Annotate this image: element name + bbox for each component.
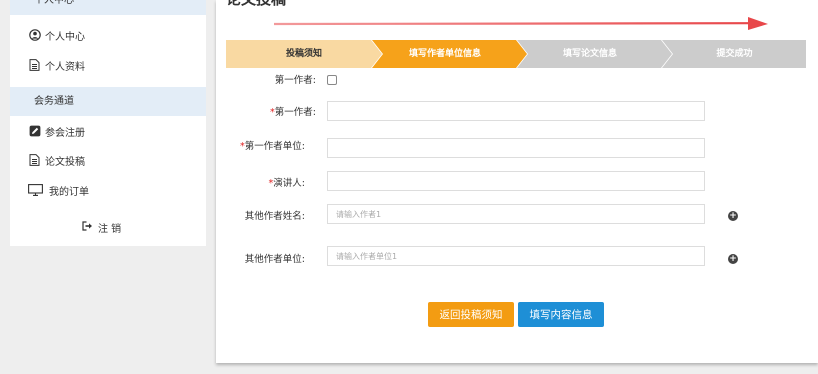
speaker-label-text: 演讲人: bbox=[273, 178, 305, 189]
document-icon bbox=[28, 154, 41, 167]
sign-out-icon bbox=[82, 220, 93, 234]
first-author-unit-input[interactable] bbox=[327, 138, 705, 158]
first-author-label: *第一作者: bbox=[216, 104, 316, 118]
sidebar-item-personal-center[interactable]: 个人中心 bbox=[10, 23, 206, 47]
first-author-checkbox[interactable] bbox=[327, 75, 337, 85]
step-4-label: 提交成功 bbox=[716, 49, 753, 59]
page-title: 论文投稿 bbox=[226, 0, 286, 9]
sidebar-item-label: 参会注册 bbox=[45, 127, 85, 139]
logout-label: 注 销 bbox=[98, 223, 122, 235]
first-author-input[interactable] bbox=[327, 101, 705, 121]
sidebar-item-paper-submission[interactable]: 论文投稿 bbox=[10, 148, 206, 172]
logout-button[interactable]: 注 销 bbox=[82, 219, 121, 235]
first-author-label-text: 第一作者: bbox=[274, 107, 316, 118]
add-author-unit-icon[interactable]: + bbox=[728, 254, 738, 264]
sidebar-item-label: 论文投稿 bbox=[45, 156, 85, 168]
step-3-label: 填写论文信息 bbox=[562, 49, 617, 59]
sidebar-section-meeting: 会务通道 bbox=[10, 87, 206, 116]
monitor-icon bbox=[27, 184, 43, 197]
edit-icon bbox=[28, 125, 41, 138]
other-author-unit-input[interactable] bbox=[327, 246, 705, 266]
other-author-name-input[interactable] bbox=[327, 204, 705, 224]
sidebar-item-registration[interactable]: 参会注册 bbox=[10, 119, 206, 143]
first-author-checkbox-label: 第一作者: bbox=[274, 75, 316, 86]
sidebar-item-label: 个人中心 bbox=[45, 31, 85, 43]
step-2-label: 填写作者单位信息 bbox=[408, 49, 481, 59]
sidebar-section-personal: 个人中心 bbox=[10, 0, 206, 15]
speaker-label: *演讲人: bbox=[205, 175, 305, 189]
step-1-label: 投稿须知 bbox=[285, 49, 322, 59]
document-icon bbox=[28, 59, 41, 72]
sidebar-item-label: 个人资料 bbox=[45, 61, 85, 73]
add-author-name-icon[interactable]: + bbox=[728, 211, 738, 221]
speaker-input[interactable] bbox=[327, 171, 705, 191]
user-circle-icon bbox=[28, 29, 41, 42]
sidebar-item-my-orders[interactable]: 我的订单 bbox=[10, 178, 206, 202]
progress-arrow-icon bbox=[274, 17, 768, 30]
other-author-name-label: 其他作者姓名: bbox=[244, 211, 305, 222]
sidebar: 个人中心 个人中心 个人资料 会务通道 参会注册 论文投稿 我的订单 注 销 bbox=[10, 0, 206, 246]
fill-content-button[interactable]: 填写内容信息 bbox=[518, 302, 604, 327]
back-to-notice-button[interactable]: 返回投稿须知 bbox=[428, 302, 514, 327]
other-author-unit-label: 其他作者单位: bbox=[244, 254, 305, 265]
sidebar-item-profile[interactable]: 个人资料 bbox=[10, 53, 206, 77]
first-author-unit-label: *第一作者单位: bbox=[205, 138, 305, 152]
main-panel: 论文投稿 投稿须知 填写作者单位信息 填写论文信息 提交成功 第一作者: *第一… bbox=[216, 0, 818, 363]
sidebar-item-label: 我的订单 bbox=[49, 186, 89, 198]
first-author-unit-label-text: 第一作者单位: bbox=[244, 141, 305, 152]
